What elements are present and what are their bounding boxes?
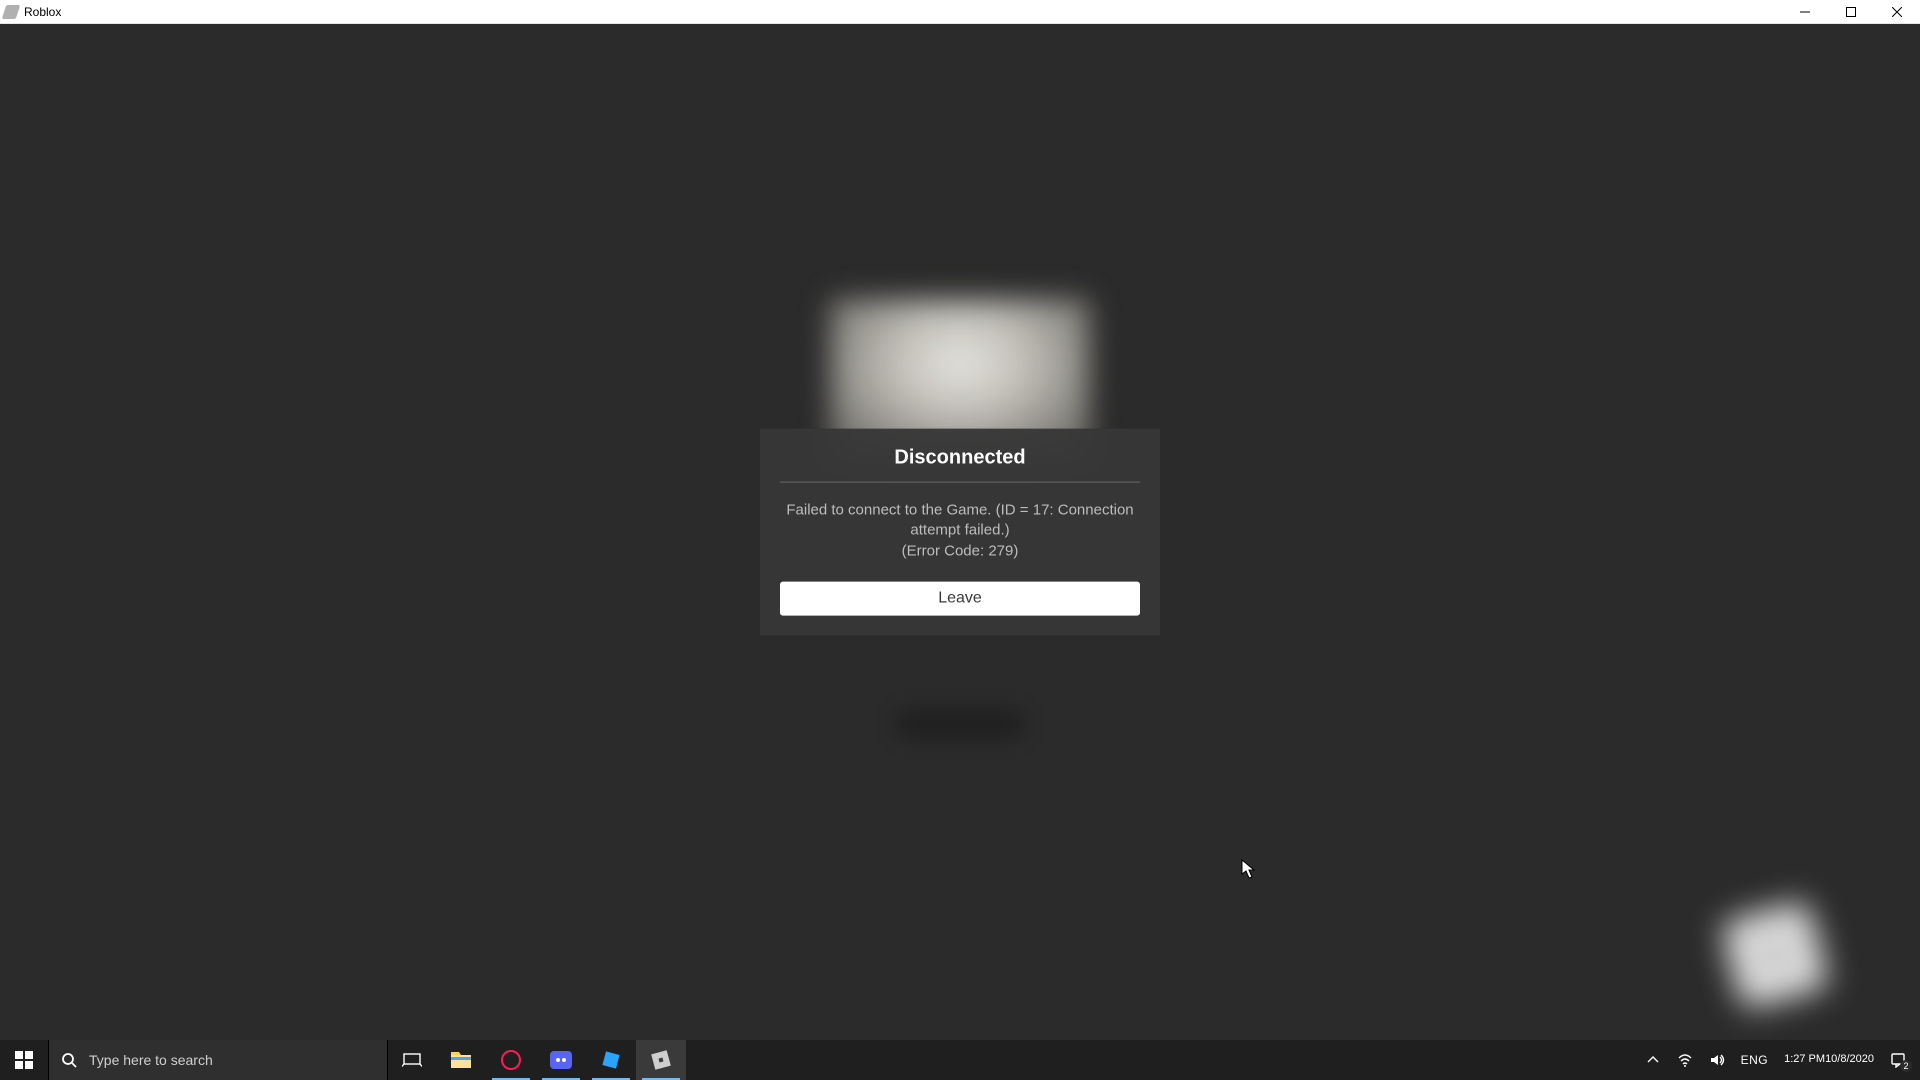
tray-time: 1:27 PM (1784, 1053, 1825, 1066)
speaker-icon (1709, 1052, 1725, 1068)
chevron-up-icon (1645, 1052, 1661, 1068)
task-view-icon (402, 1052, 422, 1068)
maximize-icon (1846, 7, 1856, 17)
loading-text-blurred (895, 709, 1025, 739)
window-controls (1782, 0, 1920, 23)
start-button[interactable] (0, 1040, 48, 1080)
titlebar-left: Roblox (4, 5, 61, 19)
maximize-button[interactable] (1828, 0, 1874, 23)
taskbar-spacer (686, 1040, 1637, 1080)
tray-language[interactable]: ENG (1733, 1040, 1777, 1080)
opera-icon (501, 1050, 521, 1070)
search-icon (61, 1052, 77, 1068)
wifi-icon (1677, 1052, 1693, 1068)
minimize-icon (1800, 7, 1810, 17)
dialog-title: Disconnected (780, 447, 1140, 483)
tray-date: 10/8/2020 (1825, 1053, 1874, 1066)
game-viewport: Disconnected Failed to connect to the Ga… (0, 24, 1920, 1040)
taskbar-app-opera[interactable] (486, 1040, 536, 1080)
roblox-studio-icon (602, 1051, 620, 1069)
window-titlebar: Roblox (0, 0, 1920, 24)
minimize-button[interactable] (1782, 0, 1828, 23)
file-explorer-icon (450, 1051, 472, 1069)
window-title: Roblox (24, 5, 61, 19)
disconnected-dialog: Disconnected Failed to connect to the Ga… (760, 429, 1160, 636)
roblox-player-icon (651, 1050, 671, 1070)
leave-button[interactable]: Leave (780, 581, 1140, 615)
taskbar-app-file-explorer[interactable] (436, 1040, 486, 1080)
taskbar-app-discord[interactable] (536, 1040, 586, 1080)
windows-icon (15, 1051, 33, 1069)
task-view-button[interactable] (388, 1040, 436, 1080)
close-icon (1892, 7, 1902, 17)
taskbar-apps (436, 1040, 686, 1080)
taskbar: ENG 1:27 PM 10/8/2020 2 (0, 1040, 1920, 1080)
mouse-cursor-icon (1241, 859, 1257, 884)
tray-volume-button[interactable] (1701, 1040, 1733, 1080)
taskbar-app-roblox-player[interactable] (636, 1040, 686, 1080)
system-tray: ENG 1:27 PM 10/8/2020 2 (1637, 1040, 1920, 1080)
roblox-app-icon (2, 5, 21, 19)
taskbar-search[interactable] (48, 1040, 388, 1080)
search-input[interactable] (89, 1052, 375, 1068)
dialog-message: Failed to connect to the Game. (ID = 17:… (780, 483, 1140, 582)
tray-action-center[interactable]: 2 (1882, 1040, 1914, 1080)
taskbar-app-roblox-studio[interactable] (586, 1040, 636, 1080)
close-button[interactable] (1874, 0, 1920, 23)
roblox-logo-blurred (1720, 900, 1830, 1010)
tray-overflow-button[interactable] (1637, 1040, 1669, 1080)
tray-clock[interactable]: 1:27 PM 10/8/2020 (1776, 1040, 1882, 1080)
tray-wifi-button[interactable] (1669, 1040, 1701, 1080)
dialog-message-line2: (Error Code: 279) (902, 542, 1019, 559)
discord-icon (550, 1051, 572, 1069)
notification-badge: 2 (1900, 1060, 1912, 1072)
dialog-message-line1: Failed to connect to the Game. (ID = 17:… (786, 502, 1133, 539)
